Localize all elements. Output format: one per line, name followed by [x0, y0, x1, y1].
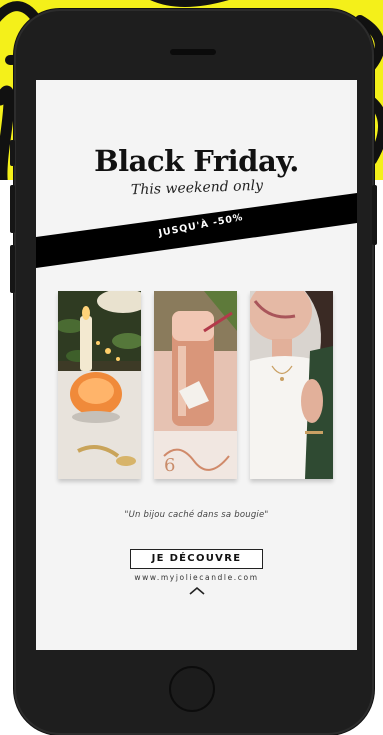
ad-stage: Black Friday. This weekend only JUSQU'À … — [0, 0, 383, 735]
power-button — [372, 185, 377, 245]
website-link[interactable]: www.myjoliecandle.com — [36, 573, 357, 582]
home-button[interactable] — [169, 666, 215, 712]
phone-screen: Black Friday. This weekend only JUSQU'À … — [36, 80, 357, 650]
mute-switch — [10, 140, 15, 166]
phone-speaker — [170, 49, 216, 55]
product-photo-necklace[interactable] — [250, 291, 333, 479]
svg-text:6: 6 — [164, 455, 175, 476]
discover-button[interactable]: JE DÉCOUVRE — [130, 549, 263, 569]
tagline-quote: "Un bijou caché dans sa bougie" — [124, 510, 269, 520]
product-photo-candle[interactable] — [58, 291, 141, 479]
product-photo-jewel[interactable]: 6 — [154, 291, 237, 479]
volume-up-button — [10, 185, 15, 233]
volume-down-button — [10, 245, 15, 293]
chevron-up-icon[interactable] — [188, 586, 206, 596]
